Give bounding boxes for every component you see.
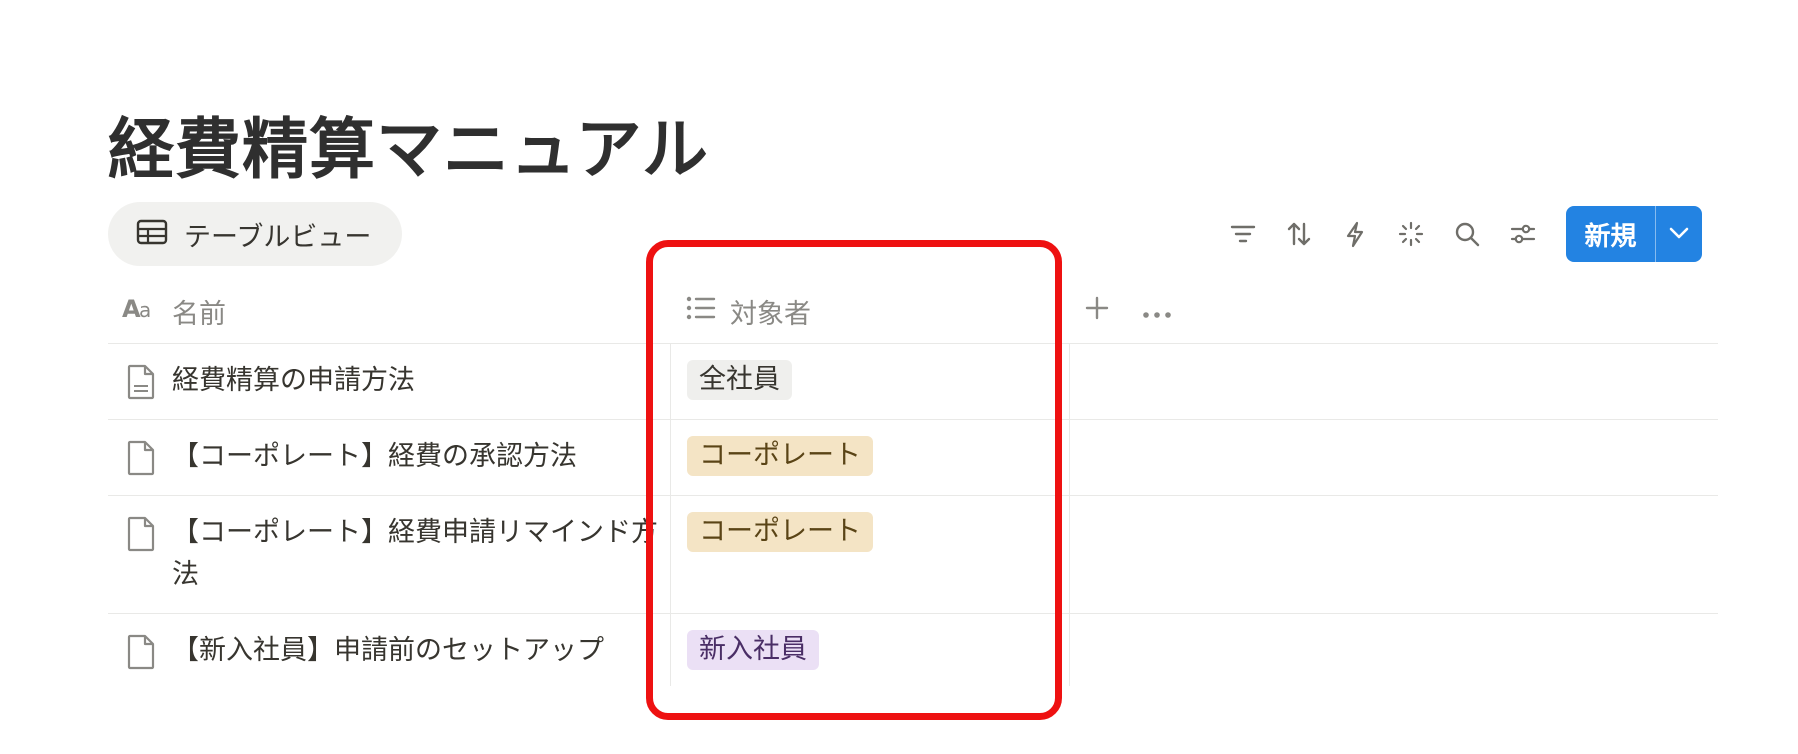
search-icon[interactable] (1439, 206, 1495, 262)
database-table: Aa 名前 対象者 経費精算の申請方法 全社員 【コーポレート】経費の承認方法 … (108, 278, 1718, 686)
target-tag: コーポレート (687, 512, 873, 552)
blank-page-icon (126, 440, 156, 480)
target-tag: 新入社員 (687, 630, 819, 670)
chevron-down-icon (1668, 225, 1690, 244)
table-row[interactable]: 【新入社員】申請前のセットアップ 新入社員 (108, 614, 1718, 686)
column-header-target[interactable]: 対象者 (686, 278, 811, 344)
row-target-cell[interactable]: コーポレート (670, 496, 1070, 613)
filter-icon[interactable] (1215, 206, 1271, 262)
table-row[interactable]: 【コーポレート】経費申請リマインド方法 コーポレート (108, 496, 1718, 614)
svg-text:a: a (139, 298, 151, 322)
row-name-cell[interactable]: 経費精算の申請方法 (108, 344, 670, 404)
table-header: Aa 名前 対象者 (108, 278, 1718, 344)
row-target-cell[interactable]: コーポレート (670, 420, 1070, 495)
text-type-icon: Aa (122, 294, 158, 329)
row-target-cell[interactable]: 新入社員 (670, 614, 1070, 686)
column-header-name[interactable]: Aa 名前 (122, 278, 226, 344)
row-name: 【コーポレート】経費申請リマインド方法 (172, 517, 658, 590)
row-name: 経費精算の申請方法 (172, 365, 415, 396)
table-icon (136, 219, 168, 249)
page-with-text-icon (126, 364, 156, 404)
more-options-button[interactable] (1142, 278, 1172, 344)
automation-icon[interactable] (1327, 206, 1383, 262)
row-target-cell[interactable]: 全社員 (670, 344, 1070, 419)
ai-sparkle-icon[interactable] (1383, 206, 1439, 262)
list-icon (686, 295, 716, 328)
add-property-button[interactable] (1084, 278, 1110, 344)
page-title: 経費精算マニュアル (108, 111, 710, 188)
table-row[interactable]: 経費精算の申請方法 全社員 (108, 344, 1718, 420)
blank-page-icon (126, 634, 156, 674)
more-dots-icon (1142, 296, 1172, 327)
database-toolbar (1215, 206, 1551, 262)
view-tab-label: テーブルビュー (184, 221, 372, 253)
settings-sliders-icon[interactable] (1495, 206, 1551, 262)
table-view-tab[interactable]: テーブルビュー (108, 202, 402, 266)
column-label: 対象者 (730, 298, 811, 330)
new-dropdown-button[interactable] (1655, 206, 1702, 262)
sort-icon[interactable] (1271, 206, 1327, 262)
row-name-cell[interactable]: 【コーポレート】経費の承認方法 (108, 420, 670, 480)
target-tag: コーポレート (687, 436, 873, 476)
row-name-cell[interactable]: 【新入社員】申請前のセットアップ (108, 614, 670, 674)
row-name-cell[interactable]: 【コーポレート】経費申請リマインド方法 (108, 496, 670, 596)
table-row[interactable]: 【コーポレート】経費の承認方法 コーポレート (108, 420, 1718, 496)
blank-page-icon (126, 516, 156, 596)
plus-icon (1084, 295, 1110, 328)
row-name: 【新入社員】申請前のセットアップ (172, 635, 604, 666)
column-label: 名前 (172, 298, 226, 330)
target-tag: 全社員 (687, 360, 792, 400)
new-button-label[interactable]: 新規 (1566, 206, 1655, 262)
row-name: 【コーポレート】経費の承認方法 (172, 441, 577, 472)
new-button[interactable]: 新規 (1566, 206, 1702, 262)
